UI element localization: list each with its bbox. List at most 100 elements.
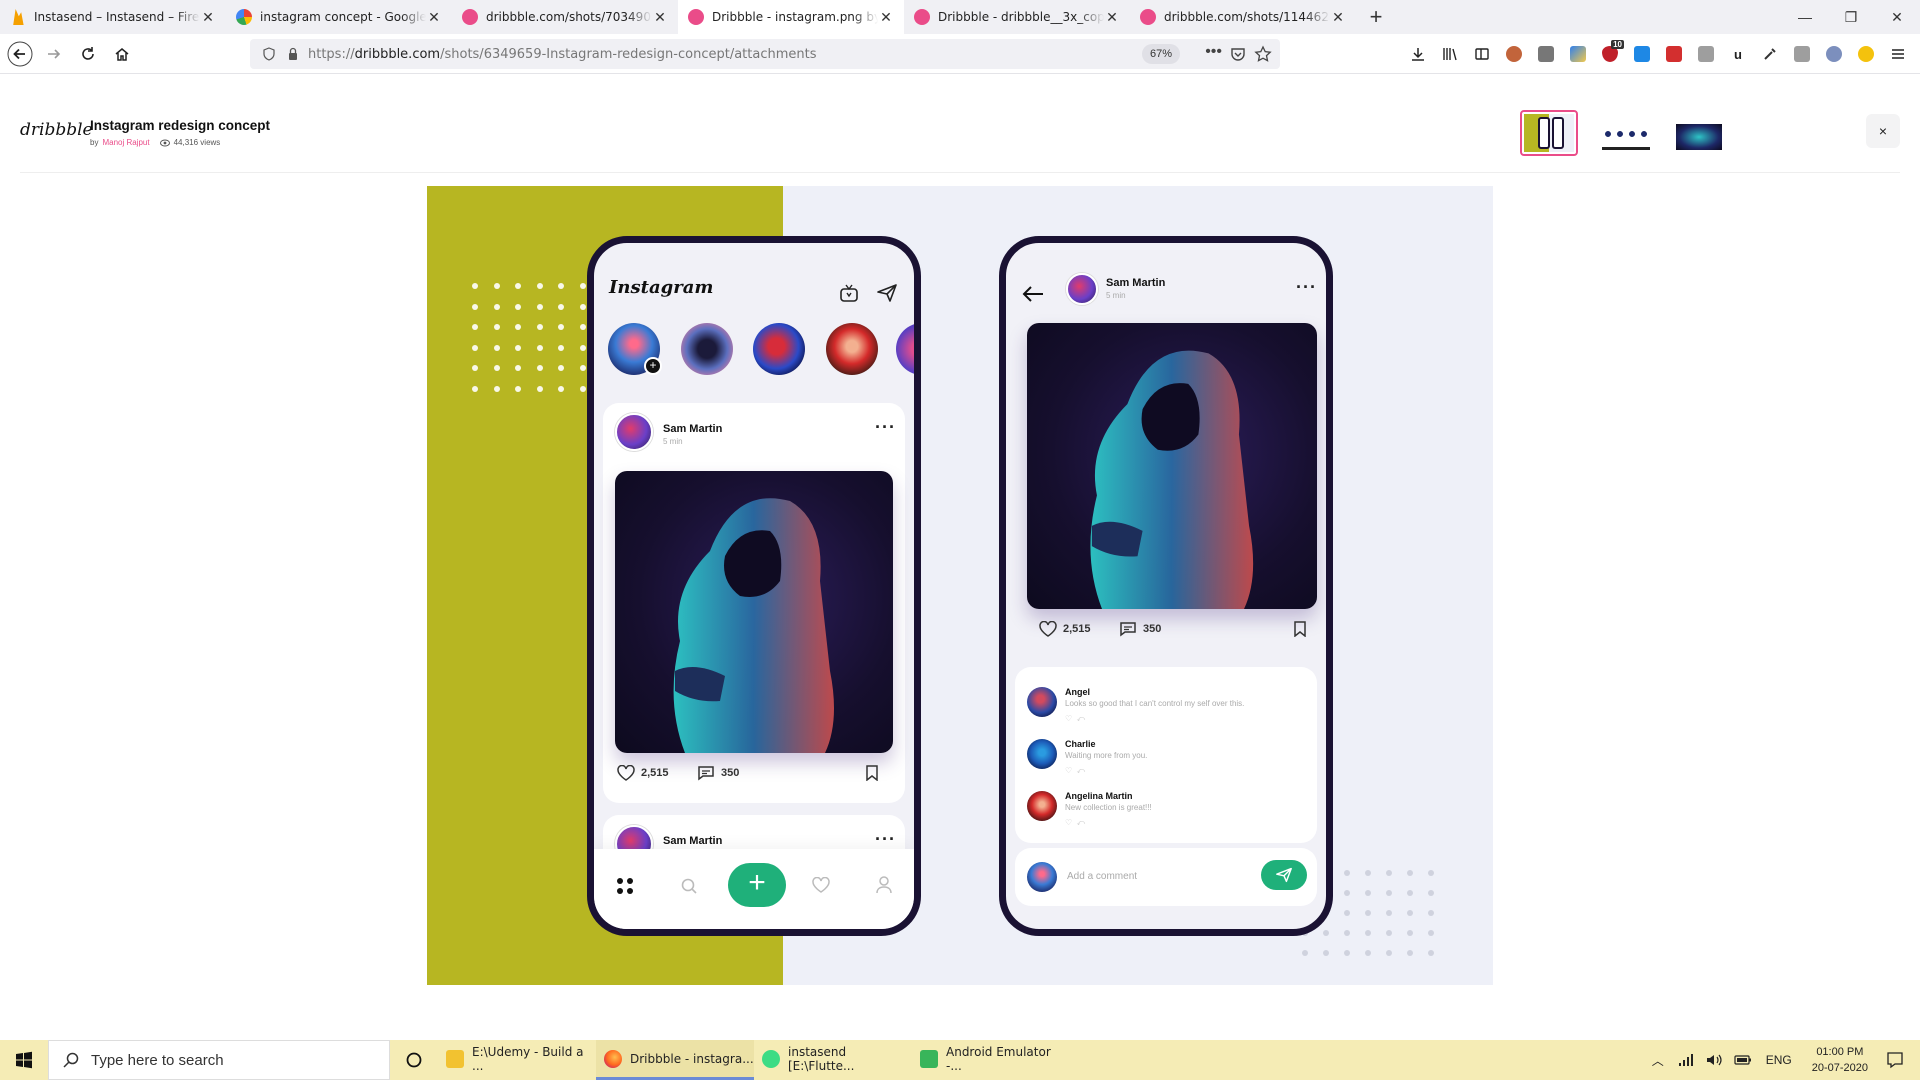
close-tab-icon[interactable]: ✕ [878, 9, 894, 26]
attachment-thumbnail[interactable] [1674, 114, 1724, 152]
browser-tab-active[interactable]: Dribbble - instagram.png by M ✕ [678, 0, 904, 34]
close-tab-icon[interactable]: ✕ [652, 9, 668, 26]
clock[interactable]: 01:00 PM 20-07-2020 [1812, 1044, 1868, 1076]
page-actions-icon[interactable]: ••• [1205, 43, 1222, 61]
header-divider [20, 172, 1900, 173]
extension-ublock-icon[interactable]: 10 [1594, 38, 1626, 70]
close-window-icon[interactable]: ✕ [1874, 0, 1920, 34]
decorative-dot [493, 385, 500, 392]
extension-smiley-icon[interactable] [1850, 38, 1882, 70]
post-photo [615, 471, 893, 753]
library-icon[interactable] [1434, 38, 1466, 70]
downloads-icon[interactable] [1402, 38, 1434, 70]
post-username: Sam Martin [1106, 277, 1166, 289]
attachment-thumbnail-selected[interactable] [1520, 110, 1578, 156]
extension-translate-icon[interactable] [1690, 38, 1722, 70]
extension-u-icon[interactable]: u [1722, 38, 1754, 70]
lock-icon[interactable] [286, 47, 300, 61]
decorative-dot [515, 344, 521, 351]
browser-tab[interactable]: Instasend – Instasend – Firebase ✕ [0, 0, 226, 34]
close-tab-icon[interactable]: ✕ [1104, 9, 1120, 26]
close-tab-icon[interactable]: ✕ [426, 9, 442, 26]
composer-avatar [1027, 862, 1057, 892]
comments-stat: 350 [697, 765, 739, 781]
taskbar-app-label: Android Emulator -... [946, 1044, 1051, 1073]
pocket-icon[interactable] [1230, 46, 1246, 62]
sidebar-icon[interactable] [1466, 38, 1498, 70]
start-button[interactable] [0, 1040, 48, 1080]
shot-meta: by Manoj Rajput 44,316 views [90, 138, 220, 147]
url-prefix: https:// [308, 46, 355, 62]
decorative-dot [493, 283, 500, 289]
dribbble-logo[interactable]: dribbble [20, 120, 93, 140]
decorative-dot [579, 385, 586, 392]
add-comment-input: Add a comment [1067, 871, 1138, 882]
tab-title: instagram concept - Google Search [260, 10, 426, 24]
extension-s-icon[interactable] [1530, 38, 1562, 70]
volume-icon[interactable] [1706, 1053, 1722, 1067]
taskbar-app-label: Dribbble - instagra... [630, 1051, 754, 1066]
google-favicon-icon [236, 9, 252, 25]
commenter-name: Angelina Martin [1065, 791, 1133, 801]
home-button[interactable] [106, 38, 138, 70]
zoom-badge[interactable]: 67% [1141, 44, 1180, 64]
taskbar-app-emulator[interactable]: Android Emulator -... [912, 1040, 1070, 1080]
reload-button[interactable] [72, 38, 104, 70]
restore-icon[interactable]: ❐ [1828, 0, 1874, 34]
decorative-dot [1323, 930, 1329, 936]
window-controls: — ❐ ✕ [1782, 0, 1920, 34]
by-label: by [90, 138, 99, 147]
extension-window-icon[interactable] [1786, 38, 1818, 70]
attachment-thumbnail[interactable] [1598, 113, 1654, 153]
browser-tab[interactable]: dribbble.com/shots/7034900-R ✕ [452, 0, 678, 34]
decorative-dot [536, 365, 543, 371]
decorative-dot [1407, 890, 1413, 896]
minimize-icon[interactable]: — [1782, 0, 1828, 34]
comment-text: Waiting more from you. [1065, 751, 1148, 760]
post-detail-card: 2,515 350 [1015, 307, 1317, 655]
post-card: Sam Martin 5 min ··· 2,515 350 [603, 403, 905, 803]
decorative-dot [1428, 930, 1434, 936]
tab-title: dribbble.com/shots/11446278- [1164, 10, 1330, 24]
close-tab-icon[interactable]: ✕ [1330, 9, 1346, 26]
extension-eyedropper-icon[interactable] [1754, 38, 1786, 70]
browser-tab[interactable]: dribbble.com/shots/11446278- ✕ [1130, 0, 1356, 34]
post-avatar [615, 413, 653, 451]
extension-cookie-icon[interactable] [1498, 38, 1530, 70]
shot-image: Instagram + Sam Martin 5 min ··· 2,515 3… [427, 186, 1493, 985]
extension-pdf-icon[interactable] [1658, 38, 1690, 70]
bookmark-star-icon[interactable] [1254, 45, 1272, 63]
battery-icon[interactable] [1734, 1054, 1752, 1066]
comment-icon [1120, 622, 1136, 637]
extension-mask-icon[interactable] [1818, 38, 1850, 70]
browser-tab[interactable]: Dribbble - dribbble__3x_copy_4 ✕ [904, 0, 1130, 34]
shield-icon[interactable] [262, 47, 276, 61]
close-tab-icon[interactable]: ✕ [200, 9, 216, 26]
menu-hamburger-icon[interactable] [1882, 38, 1914, 70]
network-icon[interactable] [1678, 1053, 1694, 1067]
author-link[interactable]: Manoj Rajput [102, 138, 149, 147]
language-indicator[interactable]: ENG [1766, 1053, 1792, 1067]
forward-button[interactable] [38, 38, 70, 70]
taskbar-app-android-studio[interactable]: instasend [E:\Flutte... [754, 1040, 912, 1080]
comment-text: New collection is great!!! [1065, 803, 1152, 812]
back-button[interactable] [4, 38, 36, 70]
cortana-button[interactable] [390, 1040, 438, 1080]
close-button[interactable]: × [1866, 114, 1900, 148]
bookmark-icon [866, 765, 878, 781]
taskbar-app-file-explorer[interactable]: E:\Udemy - Build a ... [438, 1040, 596, 1080]
new-tab-button[interactable]: + [1356, 4, 1396, 30]
taskbar-search[interactable]: Type here to search [48, 1040, 390, 1080]
extension-screenshot-icon[interactable] [1626, 38, 1658, 70]
add-post-button: + [728, 863, 786, 907]
url-bar[interactable]: https://dribbble.com/shots/6349659-Insta… [250, 39, 1280, 69]
firefox-icon [604, 1049, 622, 1068]
browser-tab[interactable]: instagram concept - Google Search ✕ [226, 0, 452, 34]
tray-overflow-icon[interactable]: ︿ [1652, 1052, 1664, 1069]
notification-icon[interactable] [1886, 1051, 1904, 1069]
back-arrow-icon [1022, 286, 1043, 302]
extension-color-icon[interactable] [1562, 38, 1594, 70]
url-text[interactable]: https://dribbble.com/shots/6349659-Insta… [308, 47, 816, 62]
taskbar-app-firefox[interactable]: Dribbble - instagra... [596, 1040, 754, 1080]
url-domain: dribbble.com [354, 46, 441, 62]
